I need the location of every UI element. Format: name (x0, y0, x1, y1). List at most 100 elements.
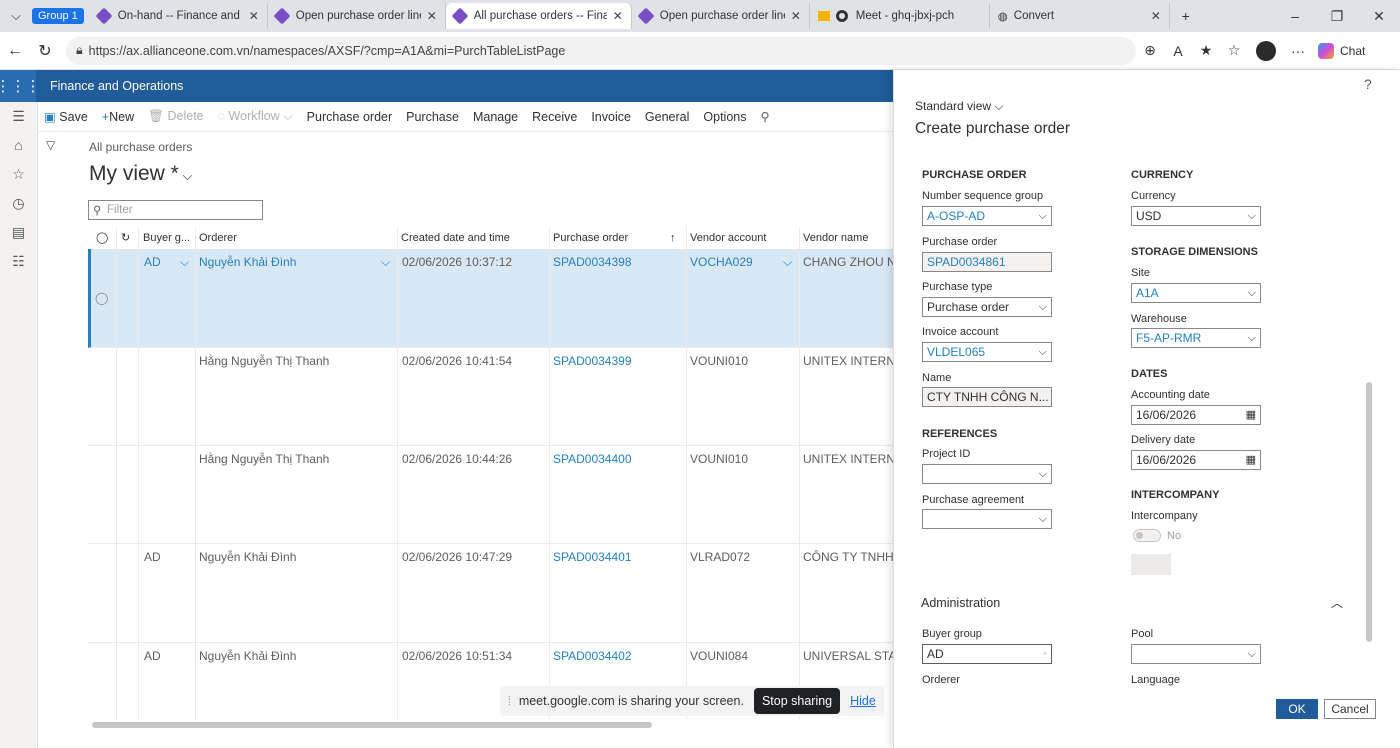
refresh-grid-icon[interactable]: ↻ (121, 227, 130, 249)
read-aloud-icon[interactable]: A (1164, 43, 1192, 59)
table-row[interactable]: AD ⌵ Nguyễn Khải Đình ⌵ 02/06/2026 10:37… (88, 249, 893, 348)
favorite-star-icon[interactable]: ★ (1192, 42, 1220, 59)
col-purchase-order[interactable]: Purchase order (553, 227, 628, 249)
window-close-icon[interactable]: ✕ (1358, 8, 1400, 25)
tab-all-purchase-orders[interactable]: All purchase orders -- Finan ✕ (445, 3, 632, 29)
close-icon[interactable]: ✕ (249, 9, 259, 23)
table-row[interactable]: Hằng Nguyễn Thị Thanh 02/06/2026 10:44:2… (88, 446, 893, 544)
close-icon[interactable]: ✕ (791, 9, 801, 23)
vertical-scrollbar[interactable] (1366, 382, 1372, 642)
save-button[interactable]: ▣ Save (38, 109, 95, 124)
tab-onhand[interactable]: On-hand -- Finance and Op✕ (90, 3, 268, 29)
currency-select[interactable]: USD ⌵ (1131, 206, 1261, 226)
favorites-icon[interactable]: ☆ (1220, 42, 1248, 59)
tab-receive[interactable]: Receive (525, 110, 584, 124)
lookup-icon[interactable]: ◦ (1043, 645, 1047, 663)
zoom-icon[interactable]: ⊕ (1136, 42, 1164, 59)
new-tab-icon[interactable]: + (1170, 8, 1202, 24)
col-vendor-account[interactable]: Vendor account (690, 227, 766, 249)
waffle-icon[interactable]: ⋮⋮⋮ (0, 70, 41, 102)
horizontal-scrollbar[interactable] (92, 722, 652, 728)
invoice-account-select[interactable]: VLDEL065 ⌵ (922, 342, 1052, 362)
copilot-chat-button[interactable]: Chat (1318, 42, 1365, 59)
intercompany-toggle[interactable] (1133, 529, 1161, 542)
tab-manage[interactable]: Manage (466, 110, 525, 124)
po-link[interactable]: SPAD0034400 (553, 452, 632, 466)
tab-actions-chevron-icon[interactable]: ⌵ (0, 8, 32, 24)
url-field[interactable]: 🔒︎ https://ax.allianceone.com.vn/namespac… (66, 36, 1136, 65)
col-vendor-name[interactable]: Vendor name (803, 227, 868, 249)
calendar-icon[interactable]: ▦ (1246, 406, 1256, 424)
drag-handle-icon[interactable]: ⦙ (508, 694, 511, 709)
site-select[interactable]: A1A ⌵ (1131, 283, 1261, 303)
project-id-select[interactable]: ⌵ (922, 464, 1052, 484)
tab-invoice[interactable]: Invoice (584, 110, 638, 124)
warehouse-select[interactable]: F5-AP-RMR ⌵ (1131, 328, 1261, 348)
ok-button[interactable]: OK (1276, 699, 1318, 719)
pool-select[interactable]: ⌵ (1131, 644, 1261, 664)
delivery-date-field[interactable]: 16/06/2026 ▦ (1131, 450, 1261, 470)
view-selector[interactable]: My view * ⌵ (89, 162, 192, 186)
tab-open-po-lines-2[interactable]: Open purchase order lines ✕ (632, 3, 810, 29)
administration-header[interactable]: Administration (921, 596, 1000, 610)
modules-list-icon[interactable]: ☷ (0, 247, 37, 276)
help-icon[interactable]: ? (1364, 76, 1372, 92)
name-field[interactable]: CTY TNHH CÔNG N... (922, 387, 1052, 407)
close-icon[interactable]: ✕ (613, 9, 623, 23)
hide-banner-link[interactable]: Hide (850, 694, 876, 708)
row-select-radio[interactable]: ◯ (95, 291, 108, 305)
purchase-type-select[interactable]: Purchase order ⌵ (922, 297, 1052, 317)
buyer-group-field[interactable]: AD ◦ (922, 644, 1052, 664)
filter-input[interactable]: ⚲ Filter (88, 200, 263, 220)
tab-meet[interactable]: Meet - ghq-jbxj-pch (810, 3, 990, 29)
favorites-star-icon[interactable]: ☆ (0, 160, 37, 189)
close-icon[interactable]: ✕ (1151, 9, 1161, 23)
purchase-agreement-select[interactable]: ⌵ (922, 509, 1052, 529)
stop-sharing-button[interactable]: Stop sharing (753, 688, 841, 714)
chevron-down-icon[interactable]: ⌵ (381, 255, 390, 270)
app-name[interactable]: Finance and Operations (50, 79, 183, 93)
calendar-icon[interactable]: ▦ (1246, 451, 1256, 469)
po-link[interactable]: SPAD0034399 (553, 354, 632, 368)
delete-button[interactable]: 🗑︎ Delete (141, 109, 211, 124)
table-row[interactable]: Hằng Nguyễn Thị Thanh 02/06/2026 10:41:5… (88, 348, 893, 446)
workflow-button[interactable]: ◌ Workflow ⌵ (211, 109, 300, 124)
number-sequence-group-select[interactable]: A-OSP-AD ⌵ (922, 206, 1052, 226)
po-link[interactable]: SPAD0034398 (553, 255, 632, 269)
avatar[interactable] (1256, 40, 1276, 61)
col-buyer-group[interactable]: Buyer g... (143, 227, 190, 249)
home-icon[interactable]: ⌂ (0, 131, 37, 160)
hamburger-icon[interactable]: ☰ (0, 102, 37, 131)
table-row[interactable]: AD Nguyễn Khải Đình 02/06/2026 10:47:29 … (88, 544, 893, 643)
col-created[interactable]: Created date and time (401, 227, 510, 249)
back-icon[interactable]: ← (0, 42, 30, 60)
tab-group-label[interactable]: Group 1 (32, 8, 84, 24)
chevron-up-icon[interactable]: ︿ (1331, 594, 1343, 611)
po-link[interactable]: SPAD0034402 (553, 649, 632, 663)
maximize-icon[interactable]: ❐ (1316, 8, 1358, 25)
chevron-down-icon[interactable]: ⌵ (180, 255, 189, 270)
recent-clock-icon[interactable]: ◷ (0, 189, 37, 218)
more-icon[interactable]: ··· (1284, 43, 1312, 59)
tab-general[interactable]: General (638, 110, 696, 124)
accounting-date-field[interactable]: 16/06/2026 ▦ (1131, 405, 1261, 425)
search-icon[interactable]: ⚲ (754, 109, 777, 124)
close-icon[interactable]: ✕ (427, 9, 437, 23)
standard-view-selector[interactable]: Standard view ⌵ (915, 99, 1003, 114)
purchase-order-field[interactable]: SPAD0034861 (922, 252, 1052, 272)
po-link[interactable]: SPAD0034401 (553, 550, 632, 564)
tab-purchase-order[interactable]: Purchase order (300, 110, 399, 124)
tab-options[interactable]: Options (696, 110, 753, 124)
cancel-button[interactable]: Cancel (1324, 699, 1376, 719)
tab-purchase[interactable]: Purchase (399, 110, 466, 124)
refresh-icon[interactable]: ↻ (30, 41, 60, 61)
col-orderer[interactable]: Orderer (199, 227, 237, 249)
new-button[interactable]: +New (95, 110, 141, 124)
tab-open-po-lines[interactable]: Open purchase order lines ✕ (268, 3, 446, 29)
workspaces-icon[interactable]: ▤ (0, 218, 37, 247)
chevron-down-icon[interactable]: ⌵ (783, 255, 792, 270)
minimize-icon[interactable]: – (1274, 8, 1316, 24)
select-all-radio[interactable]: ◯ (96, 227, 108, 249)
filter-pane-icon[interactable]: ▽ (46, 138, 55, 152)
tab-convert[interactable]: ◍ Convert ✕ (990, 3, 1170, 29)
